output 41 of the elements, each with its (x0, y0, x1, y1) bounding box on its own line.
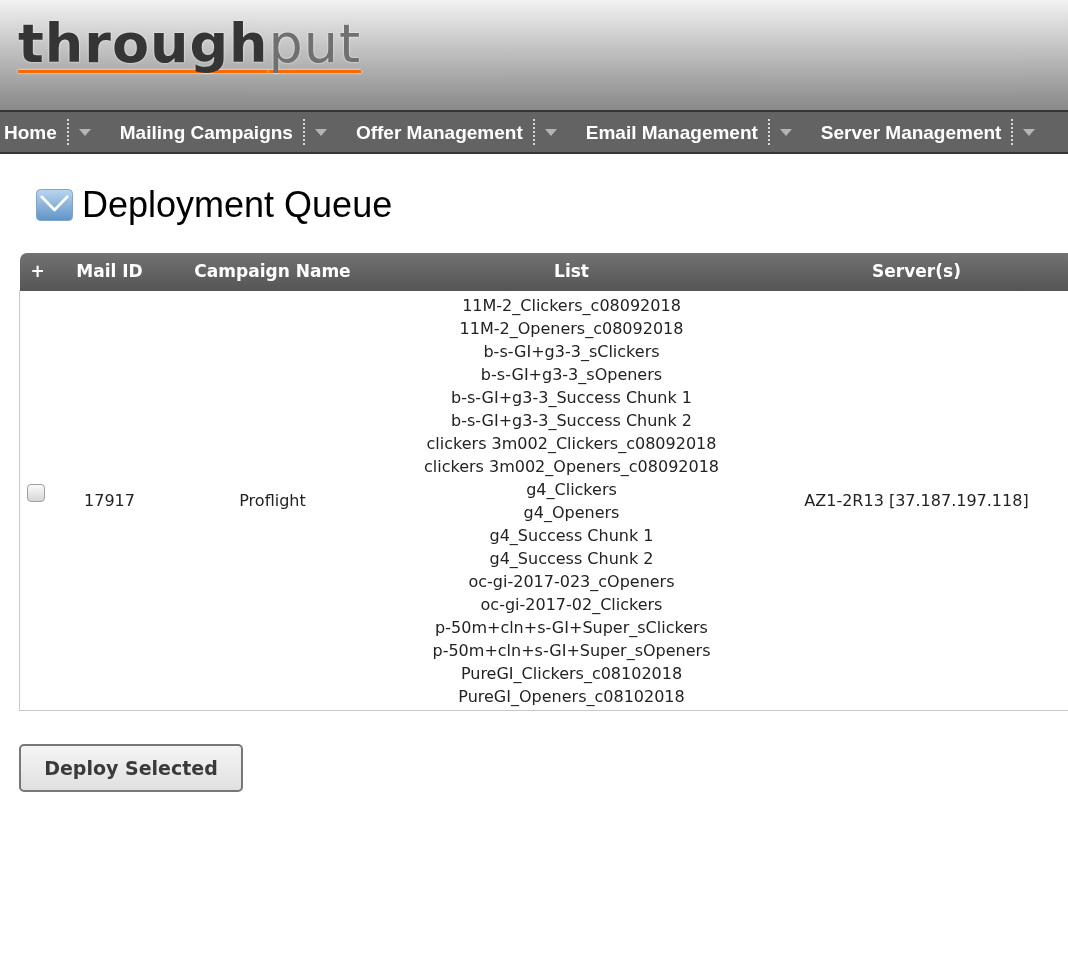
nav-menu-item[interactable]: Server Management (820, 122, 1002, 142)
list-name: g4_Clickers (526, 479, 617, 501)
column-header: + (19, 253, 56, 291)
list-name: g4_Success Chunk 2 (489, 548, 654, 570)
caret-icon[interactable] (1023, 128, 1036, 136)
list-name: b-s-GI+g3-3_sOpeners (480, 364, 663, 386)
column-header: Campaign Name (163, 253, 382, 291)
list-name: b-s-GI+g3-3_Success Chunk 1 (450, 387, 693, 409)
column-header: List (381, 253, 762, 291)
caret-icon[interactable] (314, 128, 327, 136)
deploy-button[interactable]: Deploy Selected (19, 744, 243, 792)
list-name: b-s-GI+g3-3_Success Chunk 2 (450, 410, 693, 432)
list-name: g4_Openers (523, 502, 620, 524)
list-name: clickers 3m002_Openers_c08092018 (423, 456, 720, 478)
list-name: 11M-2_Openers_c08092018 (459, 318, 684, 340)
table-cell: AZ1-2R13 [37.187.197.118] (761, 291, 1068, 711)
column-header: Server(s) (761, 253, 1068, 291)
list-name: b-s-GI+g3-3_sClickers (483, 341, 660, 363)
page-title: Deployment Queue (82, 185, 393, 225)
table-cell: 17917 (55, 291, 164, 711)
nav-menu-item[interactable]: Home (4, 122, 57, 142)
list-name: PureGI_Clickers_c08102018 (460, 663, 683, 685)
nav-menu-item[interactable]: Email Management (585, 122, 758, 142)
nav-menu-item[interactable]: Offer Management (355, 122, 523, 142)
list-name: p-50m+cln+s-GI+Super_sClickers (435, 617, 708, 639)
list-name: clickers 3m002_Clickers_c08092018 (426, 433, 717, 455)
checkbox[interactable] (27, 484, 45, 502)
caret-icon[interactable] (78, 128, 91, 136)
list-name: oc-gi-2017-023_cOpeners (468, 571, 675, 593)
nav-menu-item[interactable]: Mailing Campaigns (119, 122, 293, 142)
list-name: oc-gi-2017-02_Clickers (480, 594, 663, 616)
caret-icon[interactable] (544, 128, 557, 136)
list-name: p-50m+cln+s-GI+Super_sOpeners (432, 640, 711, 662)
column-header: Mail ID (55, 253, 164, 291)
envelope-icon (36, 189, 73, 221)
list-name: g4_Success Chunk 1 (489, 525, 654, 547)
table-cell: Proflight (163, 291, 382, 711)
caret-icon[interactable] (779, 128, 792, 136)
list-name: 11M-2_Clickers_c08092018 (462, 295, 681, 317)
logo: throughput (18, 12, 362, 76)
list-name: PureGI_Openers_c08102018 (458, 686, 685, 708)
